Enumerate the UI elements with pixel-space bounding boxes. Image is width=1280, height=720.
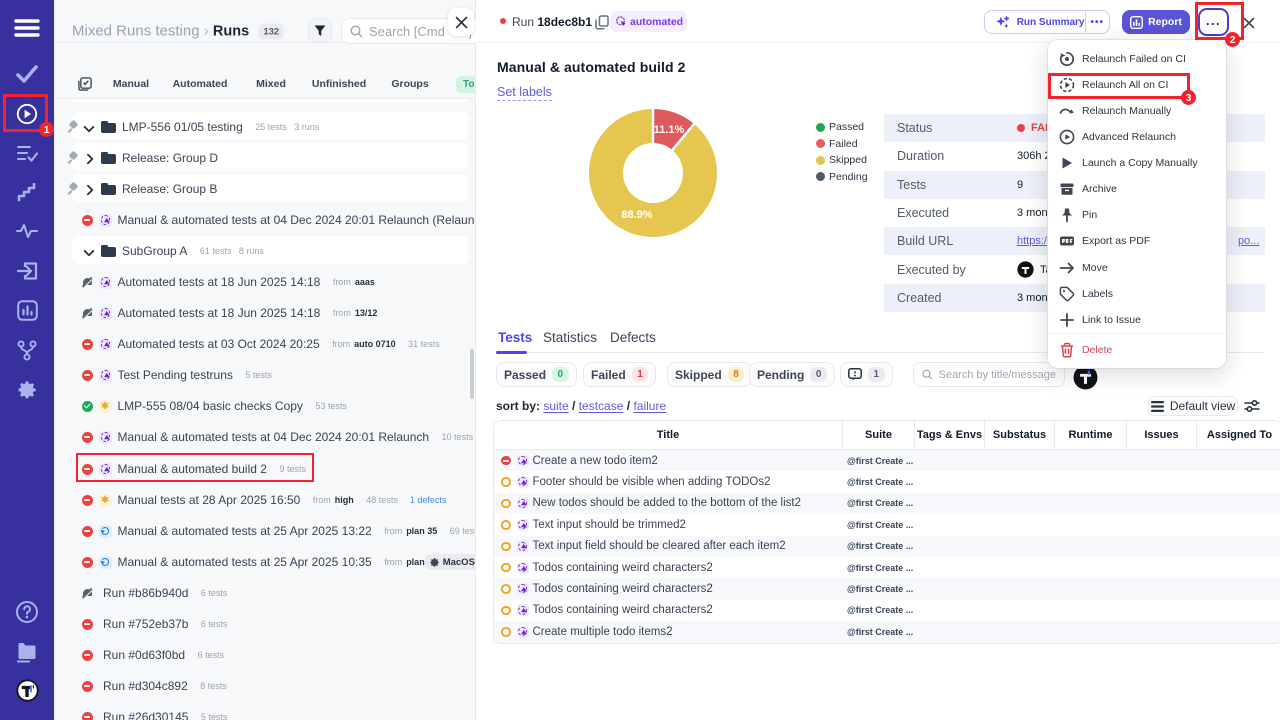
svg-text:11.1%: 11.1% [654,124,685,136]
svg-text:88.9%: 88.9% [621,209,652,221]
